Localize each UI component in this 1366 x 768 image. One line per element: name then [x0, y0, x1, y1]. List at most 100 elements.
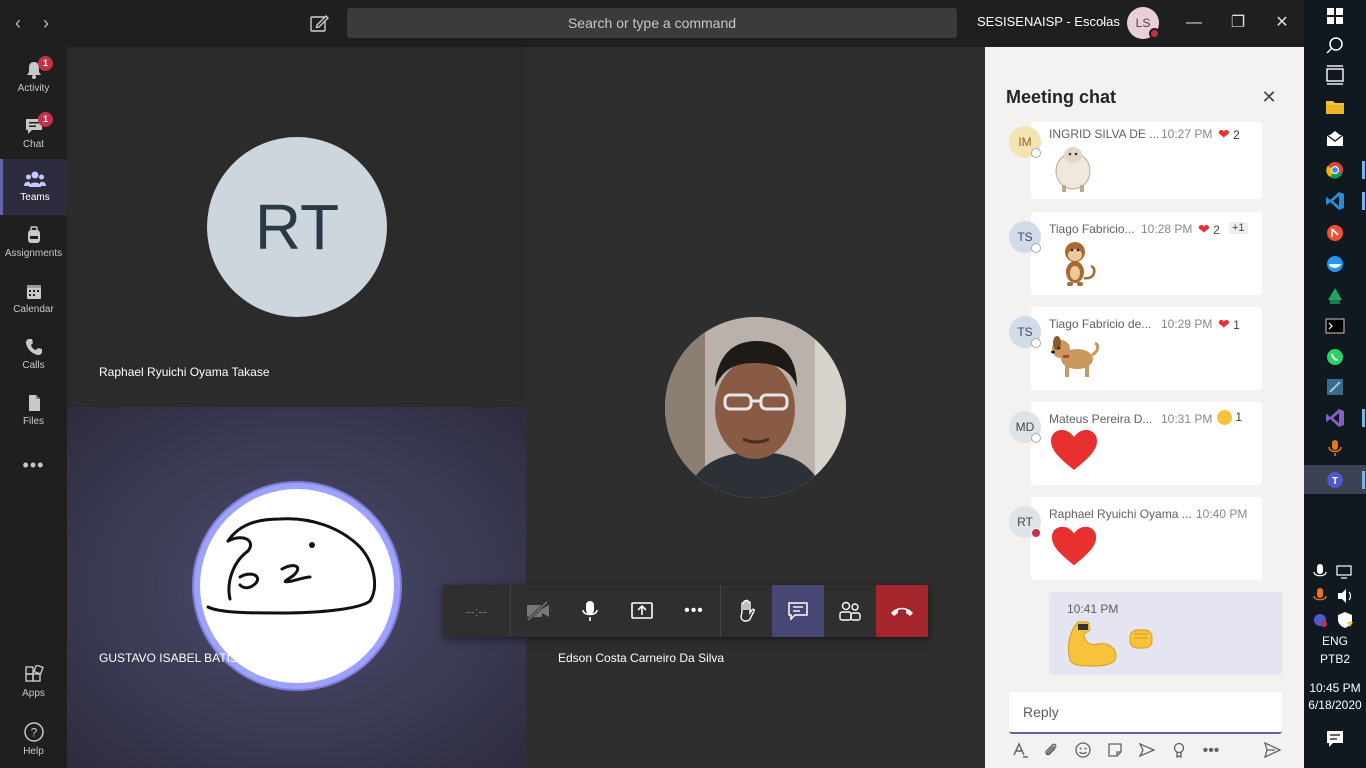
heart-sticker-image	[1049, 428, 1099, 477]
ellipsis-icon: •••	[22, 455, 45, 475]
task-view-icon[interactable]	[1324, 64, 1346, 86]
git-client-icon[interactable]	[1324, 222, 1346, 244]
emoji-icon[interactable]	[1073, 741, 1093, 761]
call-controls: --:-- •••	[443, 585, 928, 637]
rail-item-apps[interactable]: Apps	[0, 655, 67, 711]
vscode-icon[interactable]	[1324, 190, 1346, 212]
chrome-icon[interactable]	[1324, 159, 1346, 181]
heart-reaction[interactable]: ❤ 2	[1198, 221, 1220, 238]
search-icon[interactable]	[1324, 35, 1346, 57]
message-time: 10:41 PM	[1067, 602, 1119, 616]
whatsapp-icon[interactable]	[1324, 346, 1346, 368]
heart-sticker-image	[1050, 524, 1098, 573]
camera-off-button[interactable]	[512, 585, 564, 637]
running-indicator	[1362, 471, 1365, 489]
rail-item-files[interactable]: Files	[0, 383, 67, 439]
new-chat-compose-icon[interactable]	[306, 10, 332, 36]
reaction-count: 1	[1235, 410, 1243, 424]
teams-taskbar-icon[interactable]: T	[1324, 469, 1346, 491]
mic-recorder-icon[interactable]	[1324, 437, 1346, 459]
rail-item-teams[interactable]: Teams	[0, 159, 67, 215]
sender-name: Tiago Fabricio de...	[1049, 317, 1152, 331]
recorder-tray-icon[interactable]	[1312, 587, 1328, 610]
raise-hand-button[interactable]	[720, 585, 772, 637]
rail-item-label: Apps	[22, 688, 45, 699]
message-time: 10:28 PM	[1141, 222, 1193, 236]
message-time: 10:27 PM	[1161, 127, 1213, 141]
praise-icon[interactable]	[1169, 741, 1189, 761]
back-arrow-icon[interactable]: ‹	[8, 12, 28, 34]
participant-name: GUSTAVO ISABEL BATISTA LIMA	[99, 651, 284, 665]
sql-server-icon[interactable]	[1324, 376, 1346, 398]
close-window-button[interactable]: ✕	[1262, 8, 1302, 38]
heart-reaction[interactable]: ❤ 2	[1218, 126, 1240, 143]
teams-tray-icon[interactable]	[1312, 611, 1328, 634]
volume-tray-icon[interactable]	[1336, 587, 1354, 610]
maximize-button[interactable]: ❐	[1218, 8, 1258, 38]
hang-up-button[interactable]	[876, 585, 928, 637]
terminal-icon[interactable]	[1324, 315, 1346, 337]
app-rail: Activity 1 Chat 1 Teams Assignments Cale…	[0, 47, 67, 768]
flexed-biceps-emoji-icon	[1062, 616, 1120, 673]
rail-item-chat[interactable]: Chat 1	[0, 106, 67, 162]
heart-reaction[interactable]: ❤ 1	[1218, 316, 1240, 333]
more-reactions-badge[interactable]: +1	[1229, 222, 1248, 234]
microphone-button[interactable]	[564, 585, 616, 637]
windows-start-icon[interactable]	[1324, 5, 1346, 27]
help-icon: ?	[23, 722, 44, 742]
reaction-count: 2	[1213, 223, 1220, 237]
visual-studio-icon[interactable]	[1324, 407, 1346, 429]
participants-button[interactable]	[824, 585, 876, 637]
svg-text:T: T	[1332, 476, 1338, 487]
clock-date[interactable]: 6/18/2020	[1304, 698, 1366, 712]
rail-item-label: Calendar	[13, 304, 54, 315]
forward-arrow-icon[interactable]: ›	[36, 12, 56, 34]
reaction-count: 1	[1233, 318, 1240, 332]
laugh-reaction[interactable]: 1	[1217, 410, 1243, 426]
share-screen-button[interactable]	[616, 585, 668, 637]
rail-item-activity[interactable]: Activity 1	[0, 50, 67, 106]
file-explorer-icon[interactable]	[1324, 96, 1346, 118]
show-conversation-button[interactable]	[772, 585, 824, 637]
meet-now-icon[interactable]	[1137, 741, 1157, 761]
close-chat-button[interactable]: ✕	[1258, 86, 1280, 108]
rail-item-calendar[interactable]: Calendar	[0, 271, 67, 327]
sticker-sheep-image	[1052, 143, 1094, 198]
network-tray-icon[interactable]	[1335, 563, 1353, 586]
rail-item-label: Assignments	[4, 248, 63, 259]
minimize-button[interactable]: —	[1174, 8, 1214, 38]
reply-box[interactable]	[1009, 692, 1282, 734]
calendar-icon	[26, 285, 41, 299]
heart-icon: ❤	[1218, 316, 1230, 332]
running-indicator	[1362, 161, 1365, 179]
participant-avatar-photo	[665, 317, 846, 498]
phone-icon	[25, 339, 42, 355]
send-icon[interactable]	[1262, 741, 1282, 761]
chevron-down-icon[interactable]: ⌄	[1099, 14, 1108, 27]
search-input[interactable]: Search or type a command	[347, 8, 957, 38]
keyboard-layout[interactable]: PTB2	[1304, 652, 1366, 666]
security-warning-tray-icon[interactable]	[1336, 611, 1354, 634]
participant-name: Edson Costa Carneiro Da Silva	[558, 651, 725, 665]
rail-item-calls[interactable]: Calls	[0, 327, 67, 383]
docker-icon[interactable]	[1324, 253, 1346, 275]
robo3t-icon[interactable]	[1324, 285, 1346, 307]
sender-name: INGRID SILVA DE ...	[1049, 127, 1160, 141]
rail-item-label: Chat	[22, 139, 45, 150]
mail-icon[interactable]	[1324, 128, 1346, 150]
presence-busy-icon	[1031, 528, 1041, 538]
attach-icon[interactable]	[1041, 741, 1061, 761]
action-center-icon[interactable]	[1324, 728, 1346, 750]
reply-input[interactable]	[1023, 704, 1263, 720]
more-options-icon[interactable]: •••	[1201, 741, 1221, 761]
rail-item-label: Calls	[22, 360, 45, 371]
rail-item-help[interactable]: ? Help	[0, 711, 67, 767]
more-apps-button[interactable]: •••	[0, 447, 67, 487]
more-actions-button[interactable]: •••	[668, 585, 720, 637]
format-text-icon[interactable]	[1010, 741, 1030, 761]
clock-time[interactable]: 10:45 PM	[1304, 681, 1366, 695]
input-language[interactable]: ENG	[1304, 634, 1366, 648]
microphone-tray-icon[interactable]	[1312, 563, 1328, 586]
sticker-icon[interactable]	[1105, 741, 1125, 761]
rail-item-assignments[interactable]: Assignments	[0, 215, 67, 271]
